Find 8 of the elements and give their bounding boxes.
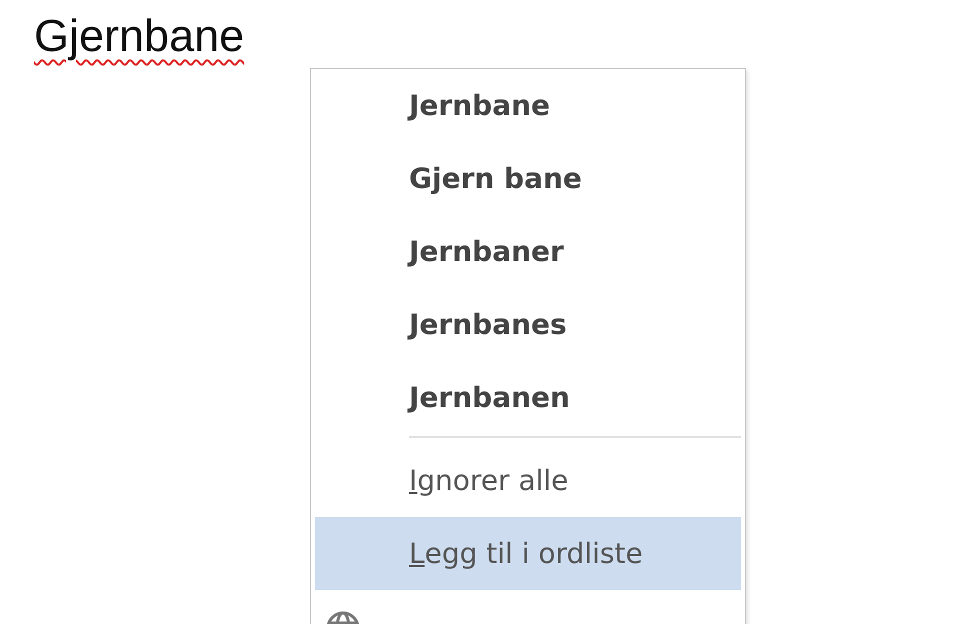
menu-item[interactable]: Legg til i ordliste [315,517,741,590]
suggestion-item[interactable]: Jernbanen [311,361,745,434]
menu-item[interactable]: Ignorer alle [315,444,741,517]
suggestion-item[interactable]: Jernbanes [311,288,745,361]
suggestion-item[interactable]: Jernbane [311,69,745,142]
suggestion-item[interactable]: Gjern bane [311,142,745,215]
document-text: Gjernbane [34,9,244,63]
suggestion-item[interactable]: Jernbaner [311,215,745,288]
